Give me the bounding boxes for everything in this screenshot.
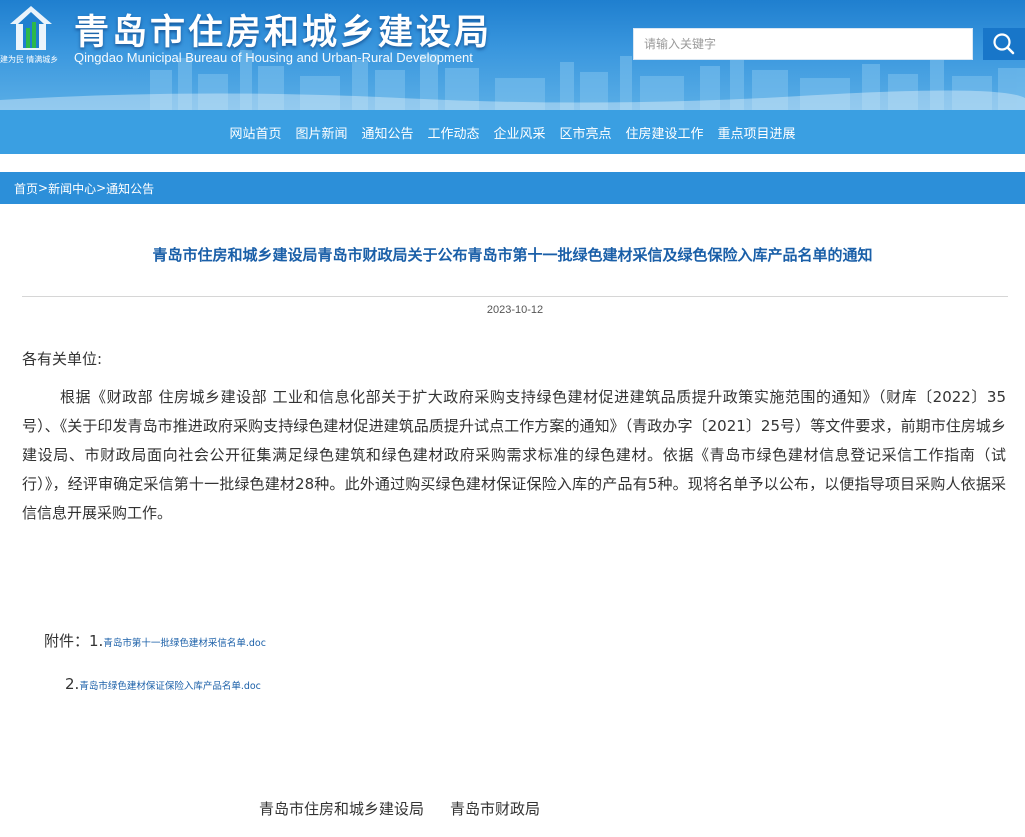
breadcrumb-separator: > [38, 181, 49, 195]
nav-item-work-updates[interactable]: 工作动态 [427, 123, 479, 142]
attachment-link-1[interactable]: 青岛市第十一批绿色建材采信名单.doc [103, 638, 266, 649]
breadcrumb: 首页 > 新闻中心 > 通知公告 [0, 172, 1025, 204]
attachment-link-2[interactable]: 青岛市绿色建材保证保险入库产品名单.doc [79, 681, 261, 692]
publish-date: 2023-10-12 [486, 304, 544, 316]
breadcrumb-separator: > [96, 181, 107, 195]
search-button[interactable] [983, 28, 1025, 60]
site-title: 青岛市住房和城乡建设局 [74, 13, 493, 53]
salutation: 各有关单位: [22, 350, 103, 368]
site-subtitle: Qingdao Municipal Bureau of Housing and … [74, 50, 473, 65]
signatory-housing-bureau: 青岛市住房和城乡建设局 [259, 800, 425, 818]
header-banner: 建为民 情满城乡 青岛市住房和城乡建设局 Qingdao Municipal B… [0, 0, 1025, 110]
nav-item-home[interactable]: 网站首页 [229, 123, 281, 142]
attachment-index: 1. [89, 632, 104, 650]
logo-slogan: 建为民 情满城乡 [0, 55, 59, 64]
title-divider [22, 296, 1008, 297]
breadcrumb-news-center[interactable]: 新闻中心 [48, 180, 96, 197]
attachment-row-2: 2.青岛市绿色建材保证保险入库产品名单.doc [65, 675, 261, 693]
nav-item-key-projects[interactable]: 重点项目进展 [718, 123, 796, 142]
breadcrumb-home[interactable]: 首页 [14, 180, 38, 197]
main-nav: 网站首页 图片新闻 通知公告 工作动态 企业风采 区市亮点 住房建设工作 重点项… [0, 110, 1025, 154]
nav-item-district-highlights[interactable]: 区市亮点 [560, 123, 612, 142]
nav-item-notices[interactable]: 通知公告 [361, 123, 413, 142]
search-icon [993, 33, 1015, 55]
nav-item-enterprise[interactable]: 企业风采 [494, 123, 546, 142]
signatory-finance-bureau: 青岛市财政局 [450, 800, 541, 818]
attachment-index: 2. [65, 675, 80, 693]
article-body: 根据《财政部 住房城乡建设部 工业和信息化部关于扩大政府采购支持绿色建材促进建筑… [22, 388, 1006, 522]
nav-item-housing-work[interactable]: 住房建设工作 [626, 123, 704, 142]
signatories: 青岛市住房和城乡建设局 青岛市财政局 [259, 798, 566, 819]
breadcrumb-notices[interactable]: 通知公告 [106, 180, 154, 197]
nav-item-photo-news[interactable]: 图片新闻 [295, 123, 347, 142]
attachments-label: 附件： [44, 632, 90, 650]
article-title: 青岛市住房和城乡建设局青岛市财政局关于公布青岛市第十一批绿色建材采信及绿色保险入… [152, 246, 873, 264]
bureau-logo-icon [10, 6, 52, 50]
attachment-row-1: 附件：1.青岛市第十一批绿色建材采信名单.doc [44, 630, 266, 651]
search-input[interactable] [633, 28, 973, 60]
